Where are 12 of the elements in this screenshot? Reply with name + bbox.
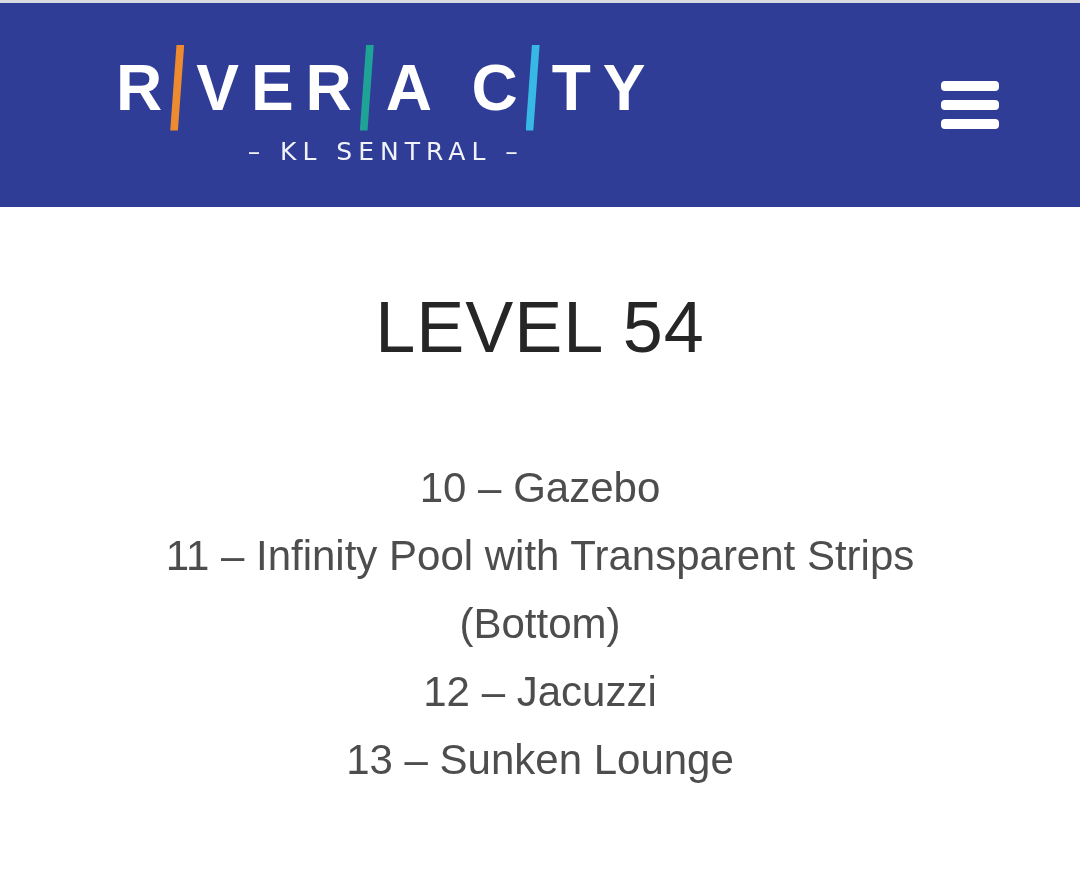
menu-button[interactable] xyxy=(941,81,999,129)
logo-letters: TY xyxy=(551,55,658,120)
amenity-item: 12 – Jacuzzi xyxy=(423,667,657,717)
amenity-item: 13 – Sunken Lounge xyxy=(346,735,734,785)
menu-icon xyxy=(941,81,999,129)
logo-letters: R xyxy=(116,55,175,120)
page-title: LEVEL 54 xyxy=(375,287,705,367)
logo-letters: VER xyxy=(196,55,364,120)
logo-tagline: – KL SENTRAL – xyxy=(247,138,524,164)
amenity-item: 10 – Gazebo xyxy=(419,463,661,513)
logo-letters: A C xyxy=(385,55,530,120)
amenity-item: 11 – Infinity Pool with Transparent Strips (Bottom) xyxy=(164,531,916,649)
